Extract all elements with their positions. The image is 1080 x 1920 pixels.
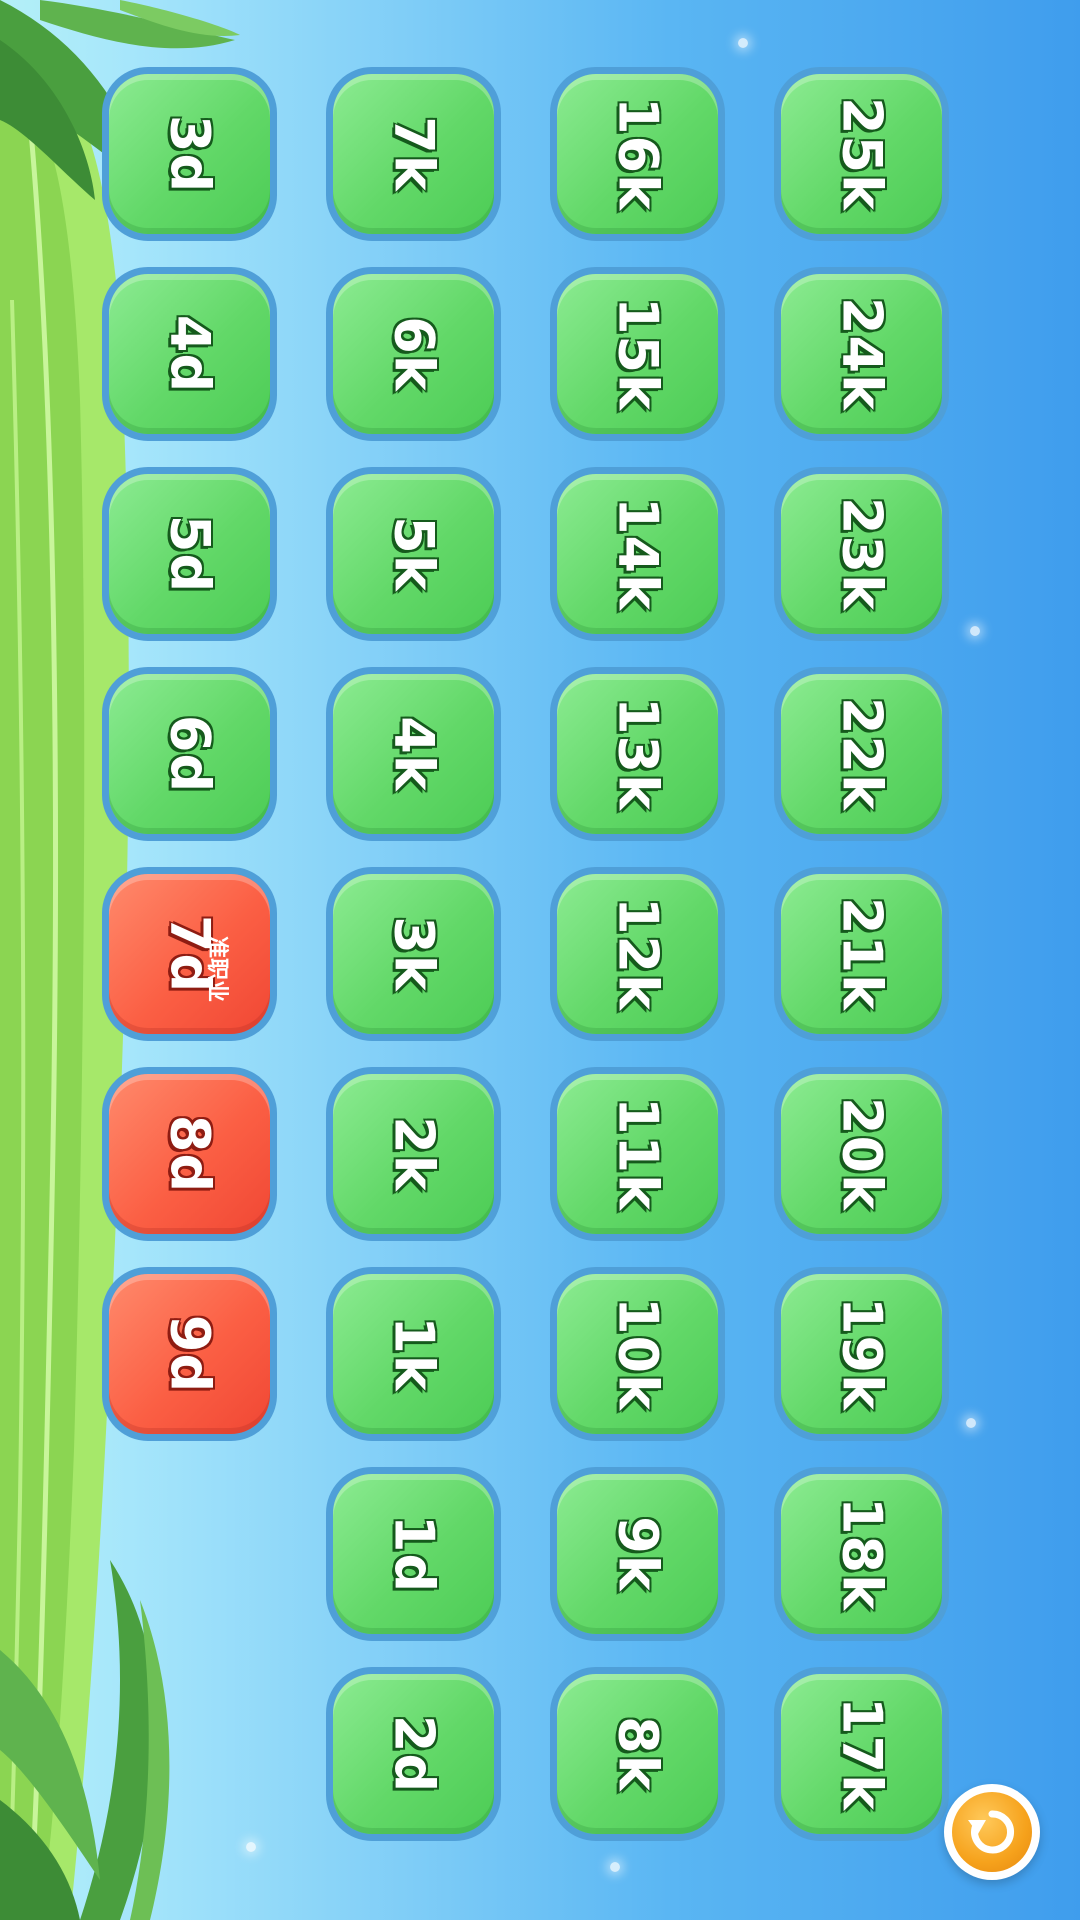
- level-label: 3k: [381, 915, 446, 993]
- level-button-2k[interactable]: 2k: [326, 1067, 501, 1241]
- level-button-24k[interactable]: 24k: [774, 267, 949, 441]
- level-label: 24k: [829, 296, 894, 412]
- level-label: 6k: [381, 315, 446, 393]
- level-label: 7k: [381, 115, 446, 193]
- level-label: 8d: [157, 1114, 222, 1194]
- level-label: 21k: [829, 896, 894, 1012]
- level-button-22k[interactable]: 22k: [774, 667, 949, 841]
- level-label: 5k: [381, 515, 446, 593]
- level-label: 11k: [605, 1096, 670, 1212]
- level-sub-label: 准职业: [204, 935, 229, 1003]
- reset-button[interactable]: [944, 1784, 1040, 1880]
- level-label: 4d: [157, 314, 222, 394]
- level-label: 12k: [605, 896, 670, 1012]
- level-button-16k[interactable]: 16k: [550, 67, 725, 241]
- level-label: 20k: [829, 1096, 894, 1212]
- level-label: 3d: [157, 114, 222, 194]
- level-label: 4k: [381, 715, 446, 793]
- level-button-25k[interactable]: 25k: [774, 67, 949, 241]
- level-label: 17k: [829, 1696, 894, 1812]
- level-label: 1d: [381, 1514, 446, 1594]
- level-button-19k[interactable]: 19k: [774, 1267, 949, 1441]
- level-label: 15k: [605, 296, 670, 412]
- level-button-15k[interactable]: 15k: [550, 267, 725, 441]
- level-select-grid: 3d 4d 5d 6d 7d 准职业 8d 9d 7k 6k 5k 4k 3k 2k 1k 1d 2d 16k 15…: [0, 0, 1080, 1920]
- level-button-21k[interactable]: 21k: [774, 867, 949, 1041]
- level-button-18k[interactable]: 18k: [774, 1467, 949, 1641]
- level-button-3k[interactable]: 3k: [326, 867, 501, 1041]
- level-label: 19k: [829, 1296, 894, 1412]
- level-label: 8k: [605, 1715, 670, 1793]
- level-label: 23k: [829, 496, 894, 612]
- level-button-4k[interactable]: 4k: [326, 667, 501, 841]
- level-button-8d[interactable]: 8d: [102, 1067, 277, 1241]
- level-button-23k[interactable]: 23k: [774, 467, 949, 641]
- refresh-icon: [952, 1792, 1032, 1872]
- level-button-9d[interactable]: 9d: [102, 1267, 277, 1441]
- level-button-17k[interactable]: 17k: [774, 1667, 949, 1841]
- level-button-8k[interactable]: 8k: [550, 1667, 725, 1841]
- level-label: 9d: [157, 1314, 222, 1394]
- level-button-6d[interactable]: 6d: [102, 667, 277, 841]
- level-button-6k[interactable]: 6k: [326, 267, 501, 441]
- level-label: 9k: [605, 1515, 670, 1593]
- level-label: 18k: [829, 1496, 894, 1612]
- level-label: 22k: [829, 696, 894, 812]
- level-button-20k[interactable]: 20k: [774, 1067, 949, 1241]
- level-button-9k[interactable]: 9k: [550, 1467, 725, 1641]
- level-button-5d[interactable]: 5d: [102, 467, 277, 641]
- level-button-11k[interactable]: 11k: [550, 1067, 725, 1241]
- level-label: 16k: [605, 96, 670, 212]
- level-button-3d[interactable]: 3d: [102, 67, 277, 241]
- level-button-13k[interactable]: 13k: [550, 667, 725, 841]
- level-label: 13k: [605, 696, 670, 812]
- level-button-1d[interactable]: 1d: [326, 1467, 501, 1641]
- level-button-1k[interactable]: 1k: [326, 1267, 501, 1441]
- level-button-2d[interactable]: 2d: [326, 1667, 501, 1841]
- level-label: 1k: [381, 1315, 446, 1393]
- level-label: 25k: [829, 96, 894, 212]
- level-label: 6d: [157, 714, 222, 794]
- level-button-7k[interactable]: 7k: [326, 67, 501, 241]
- level-label: 2d: [381, 1714, 446, 1794]
- level-button-14k[interactable]: 14k: [550, 467, 725, 641]
- level-button-7d[interactable]: 7d 准职业: [102, 867, 277, 1041]
- level-button-12k[interactable]: 12k: [550, 867, 725, 1041]
- level-label: 5d: [157, 514, 222, 594]
- level-label: 10k: [605, 1296, 670, 1412]
- level-label: 14k: [605, 496, 670, 612]
- level-button-4d[interactable]: 4d: [102, 267, 277, 441]
- level-button-5k[interactable]: 5k: [326, 467, 501, 641]
- level-label: 2k: [381, 1115, 446, 1193]
- level-button-10k[interactable]: 10k: [550, 1267, 725, 1441]
